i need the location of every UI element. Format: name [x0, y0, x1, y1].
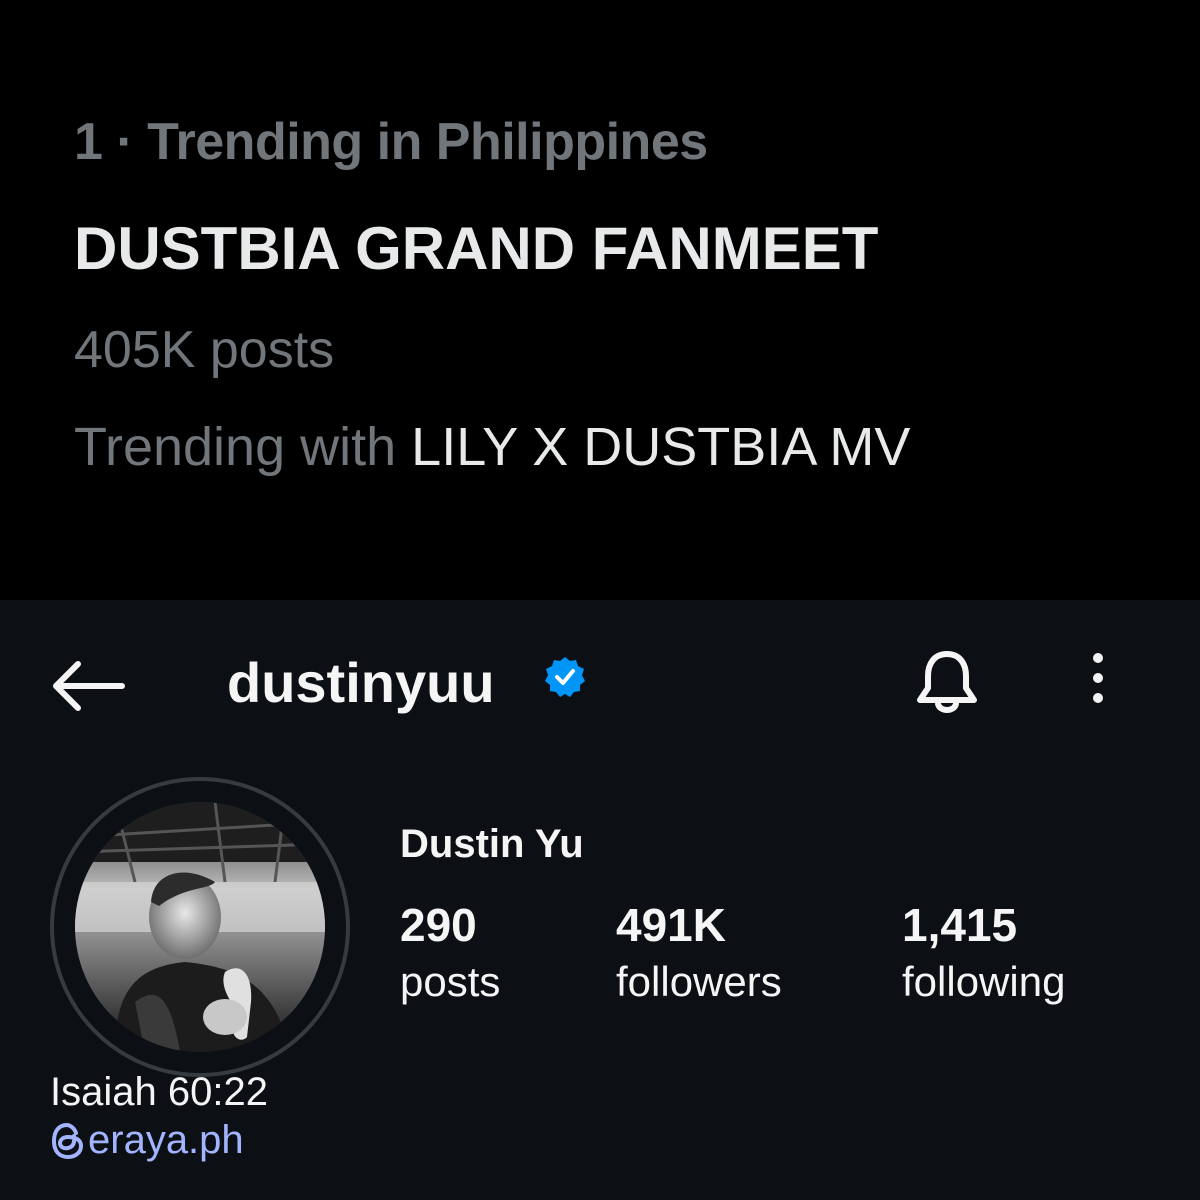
profile-picture[interactable]	[75, 802, 325, 1052]
more-options-button[interactable]	[1078, 652, 1118, 708]
threads-link[interactable]: eraya.ph	[50, 1118, 244, 1163]
stat-following-count: 1,415	[902, 899, 1018, 951]
trending-with-topic[interactable]: LILY X DUSTBIA MV	[411, 417, 910, 477]
more-vertical-icon	[1093, 653, 1103, 703]
profile-full-name: Dustin Yu	[400, 822, 584, 866]
stat-following[interactable]: 1,415 following	[902, 898, 1065, 1006]
stat-posts-label: posts	[400, 958, 501, 1005]
back-button[interactable]	[50, 658, 126, 714]
trend-post-count: 405K posts	[74, 321, 335, 379]
trending-with: Trending with LILY X DUSTBIA MV	[74, 416, 910, 478]
threads-link-text: eraya.ph	[88, 1118, 244, 1162]
profile-username: dustinyuu	[227, 651, 495, 714]
stat-posts[interactable]: 290 posts	[400, 898, 500, 1006]
trending-with-label: Trending with	[74, 417, 412, 477]
threads-icon	[51, 1122, 84, 1159]
notifications-button[interactable]	[912, 646, 982, 718]
stat-posts-count: 290	[400, 899, 477, 951]
trend-title[interactable]: DUSTBIA GRAND FANMEET	[74, 214, 878, 283]
verified-badge-icon	[545, 657, 585, 697]
stat-followers-count: 491K	[616, 899, 726, 951]
bell-icon	[917, 651, 977, 713]
arrow-left-icon	[53, 661, 125, 711]
stat-followers-label: followers	[616, 958, 782, 1005]
profile-bio: Isaiah 60:22	[50, 1070, 268, 1114]
trend-rank-location: 1 · Trending in Philippines	[74, 113, 708, 171]
trend-card[interactable]: 1 · Trending in Philippines DUSTBIA GRAN…	[0, 0, 1200, 600]
stat-followers[interactable]: 491K followers	[616, 898, 782, 1006]
stat-following-label: following	[902, 958, 1066, 1005]
